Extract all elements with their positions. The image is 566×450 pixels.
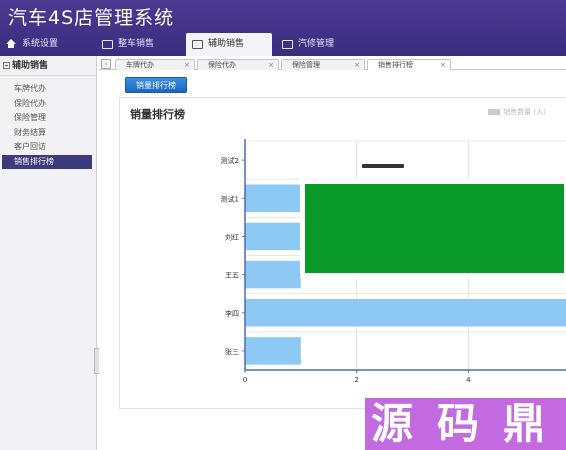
bar-5 bbox=[245, 337, 301, 365]
watermark-logo: 源 码 鼎 bbox=[365, 398, 566, 450]
category-label: 测试1 bbox=[221, 194, 239, 203]
x-tick-label: 2 bbox=[354, 376, 358, 384]
category-label: 刘红 bbox=[225, 232, 239, 241]
x-tick-label: 4 bbox=[466, 376, 471, 384]
overlay-dark-bar bbox=[362, 164, 404, 168]
overlay-green-block bbox=[300, 179, 566, 278]
bar-2 bbox=[245, 222, 301, 251]
bar-4 bbox=[245, 299, 566, 327]
bar-3 bbox=[245, 260, 301, 289]
bar-1 bbox=[245, 184, 301, 212]
category-label: 王五 bbox=[225, 272, 239, 280]
category-label: 张三 bbox=[225, 347, 239, 356]
x-tick-label: 0 bbox=[243, 376, 247, 384]
category-label: 测试2 bbox=[221, 156, 239, 165]
category-label: 李四 bbox=[225, 309, 239, 318]
